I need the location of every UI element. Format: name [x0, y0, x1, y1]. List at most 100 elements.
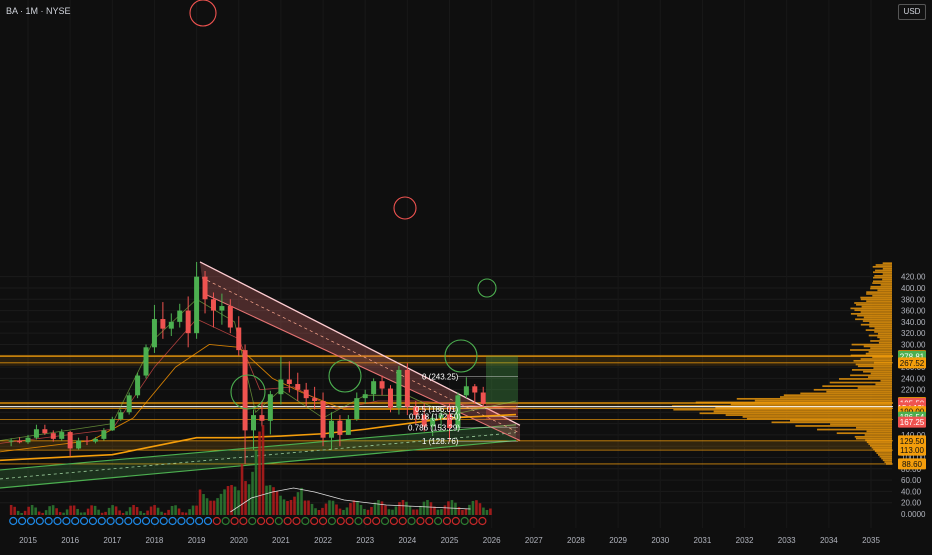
candle-body	[168, 321, 174, 329]
x-axis-tick-label: 2027	[525, 536, 543, 545]
volume-bar	[153, 505, 156, 515]
volume-bar	[69, 505, 72, 515]
volume-bar	[384, 505, 387, 515]
volume-bar	[373, 502, 377, 515]
candle-body	[354, 398, 360, 420]
y-axis-tick-label: 20.00	[901, 499, 922, 508]
volume-profile-bar	[736, 397, 892, 400]
x-axis-tick-label: 2033	[778, 536, 796, 545]
volume-profile-bar	[866, 293, 892, 295]
volume-bar	[293, 496, 296, 515]
volume-profile-bar	[855, 437, 892, 440]
volume-bar	[335, 504, 338, 515]
chart-svg[interactable]: 0 (243.25)0.5 (186.01)0.618 (172.50)0.78…	[0, 0, 932, 550]
volume-bar	[296, 492, 300, 515]
volume-profile-bar	[881, 457, 892, 460]
y-axis-tick-label: 0.0000	[901, 510, 926, 519]
volume-profile-bar	[875, 383, 892, 386]
candle-body	[371, 381, 377, 395]
y-axis-tick-label: 220.00	[901, 386, 926, 395]
candle-body	[328, 420, 334, 438]
y-axis-tick-label: 40.00	[901, 487, 922, 496]
volume-bar	[468, 504, 471, 515]
y-axis-tick-label: 420.00	[901, 273, 926, 282]
volume-bar	[461, 509, 464, 515]
candle-body	[219, 306, 225, 311]
candle-body	[267, 394, 273, 421]
volume-bar	[233, 486, 237, 515]
x-axis-tick-label: 2024	[398, 536, 416, 545]
volume-bar	[72, 505, 76, 515]
volume-profile-bar	[855, 318, 892, 321]
volume-profile-bar	[882, 267, 892, 270]
volume-bar	[237, 490, 240, 515]
volume-bar	[41, 512, 44, 515]
volume-profile-bar	[884, 461, 892, 463]
volume-profile-bar	[830, 423, 892, 425]
candle-body	[101, 430, 107, 439]
candle-body	[151, 319, 157, 348]
volume-bar	[443, 505, 447, 515]
y-axis-tick-label: 360.00	[901, 307, 926, 316]
volume-bar	[251, 471, 254, 515]
price-tag-label: 113.00	[900, 446, 924, 455]
volume-bar	[174, 505, 177, 515]
candle-body	[387, 388, 393, 408]
candle-body	[251, 415, 257, 431]
candle-body	[337, 420, 343, 435]
volume-bar	[93, 505, 97, 515]
chart-area[interactable]: 0 (243.25) 0.5 (186.01) 0.618 (172.50) 0.78…	[0, 0, 932, 550]
volume-bar	[104, 511, 107, 515]
volume-profile-bar	[882, 278, 892, 281]
volume-bar	[314, 508, 317, 515]
candle-body	[236, 327, 242, 351]
candle-body	[50, 433, 56, 439]
volume-bar	[415, 509, 419, 515]
volume-profile-bar	[713, 410, 892, 413]
candle-body	[25, 437, 31, 443]
candle-body	[345, 419, 351, 435]
volume-bar	[282, 499, 286, 515]
volume-bar	[23, 510, 27, 515]
currency-button[interactable]: USD	[898, 4, 926, 20]
volume-bar	[338, 508, 342, 515]
y-axis-tick-label: 60.00	[901, 476, 922, 485]
volume-bar	[90, 505, 93, 515]
candle-body	[259, 415, 265, 421]
candle-body	[160, 319, 166, 329]
x-axis-tick-label: 2035	[862, 536, 880, 545]
volume-profile-bar	[673, 408, 892, 411]
volume-bar	[429, 502, 433, 515]
x-axis-tick-label: 2018	[146, 536, 164, 545]
y-axis-tick-label: 380.00	[901, 295, 926, 304]
volume-bar	[401, 500, 405, 515]
volume-bar	[44, 510, 48, 515]
volume-profile-bar	[879, 338, 892, 340]
volume-bar	[450, 500, 454, 515]
volume-bar	[167, 509, 170, 515]
volume-profile-bar	[829, 381, 892, 384]
volume-bar	[181, 512, 184, 515]
price-tag: 167.25	[898, 416, 926, 428]
x-axis-tick-label: 2023	[356, 536, 374, 545]
volume-profile-bar	[863, 316, 892, 319]
volume-bar	[265, 485, 268, 515]
x-axis-tick-label: 2021	[272, 536, 290, 545]
volume-profile-bar	[783, 394, 892, 397]
volume-bar	[349, 503, 352, 515]
candle-body	[143, 347, 149, 376]
candle-body	[194, 276, 200, 334]
volume-profile-bar	[874, 331, 892, 333]
volume-bar	[356, 501, 359, 515]
volume-profile-bar	[826, 390, 892, 393]
volume-bar	[324, 503, 328, 515]
candle-body	[303, 389, 309, 399]
candle-body	[92, 438, 98, 442]
fib-level-label: 0 (243.25)	[422, 373, 459, 382]
volume-bar	[13, 506, 16, 515]
volume-bar	[307, 500, 310, 515]
volume-bar	[279, 495, 282, 515]
volume-profile-bar	[860, 311, 892, 313]
volume-profile-bar	[872, 282, 892, 284]
y-axis-tick-label: 240.00	[901, 374, 926, 383]
